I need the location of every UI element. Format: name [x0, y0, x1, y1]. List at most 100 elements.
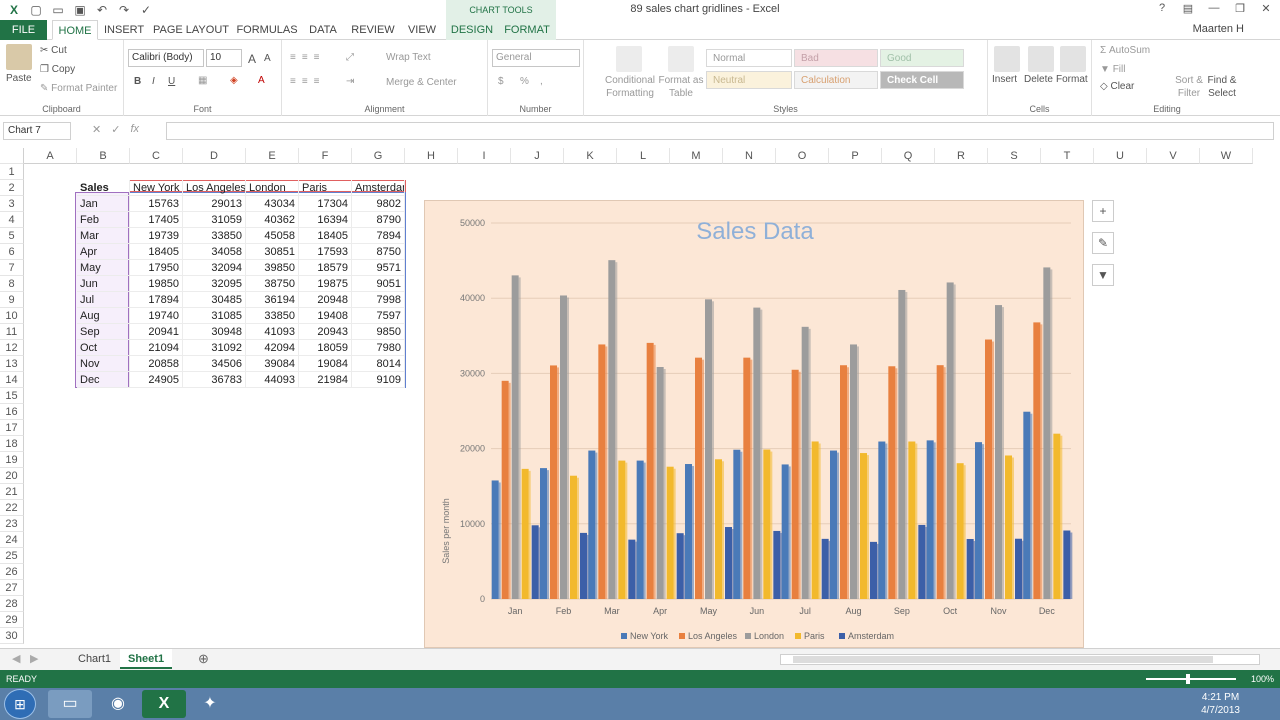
number-format-select[interactable]: General	[492, 49, 580, 67]
sales-chart[interactable]: 0 10000 20000 30000 40000 50000 Sales Data Sale…	[424, 200, 1084, 648]
row-header[interactable]: 13	[0, 356, 24, 372]
row-header[interactable]: 12	[0, 340, 24, 356]
table-cell[interactable]: 45058	[246, 228, 299, 244]
row-header[interactable]: 29	[0, 612, 24, 628]
delete-cells-icon[interactable]	[1028, 46, 1054, 72]
row-header[interactable]: 5	[0, 228, 24, 244]
row-header[interactable]: 27	[0, 580, 24, 596]
row-header[interactable]: 20	[0, 468, 24, 484]
table-cell[interactable]: 30948	[183, 324, 246, 340]
column-header[interactable]: U	[1094, 148, 1147, 164]
table-cell[interactable]: Sep	[77, 324, 130, 340]
italic-button[interactable]: I	[152, 76, 155, 87]
chart-filter-icon[interactable]: ▼	[1092, 264, 1114, 286]
table-cell[interactable]: 18579	[299, 260, 352, 276]
confirm-entry-icon[interactable]: ✓	[111, 123, 120, 136]
sort-filter-button[interactable]: Sort & Filter	[1172, 74, 1206, 100]
tab-file[interactable]: FILE	[0, 20, 47, 40]
table-cell[interactable]: New York	[130, 180, 183, 196]
system-clock[interactable]: 4:21 PM 4/7/2013	[1201, 691, 1240, 717]
row-header[interactable]: 30	[0, 628, 24, 644]
column-header[interactable]: V	[1147, 148, 1200, 164]
tab-view[interactable]: VIEW	[404, 20, 440, 40]
tab-review[interactable]: REVIEW	[348, 20, 398, 40]
tab-data[interactable]: DATA	[304, 20, 342, 40]
font-color-icon[interactable]: A	[258, 75, 265, 86]
row-header[interactable]: 23	[0, 516, 24, 532]
column-header[interactable]: W	[1200, 148, 1253, 164]
table-cell[interactable]: 8014	[352, 356, 405, 372]
row-header[interactable]: 1	[0, 164, 24, 180]
ribbon-display-icon[interactable]: ▤	[1178, 2, 1198, 15]
table-cell[interactable]: London	[246, 180, 299, 196]
column-header[interactable]: E	[246, 148, 299, 164]
column-header[interactable]: O	[776, 148, 829, 164]
table-cell[interactable]: Jan	[77, 196, 130, 212]
tab-format[interactable]: FORMAT	[498, 20, 556, 40]
row-header[interactable]: 2	[0, 180, 24, 196]
currency-button[interactable]: $	[498, 76, 504, 87]
fill-button[interactable]: ▼ Fill	[1100, 64, 1125, 75]
format-painter-button[interactable]: ✎ Format Painter	[40, 83, 117, 94]
tab-home[interactable]: HOME	[52, 20, 98, 40]
table-cell[interactable]: 31059	[183, 212, 246, 228]
table-cell[interactable]: 20943	[299, 324, 352, 340]
table-cell[interactable]: 19739	[130, 228, 183, 244]
grow-font-icon[interactable]: A	[248, 52, 256, 66]
table-cell[interactable]: Apr	[77, 244, 130, 260]
table-cell[interactable]: 32095	[183, 276, 246, 292]
tab-design[interactable]: DESIGN	[446, 20, 498, 40]
orientation-icon[interactable]: ⤢	[346, 52, 354, 63]
table-cell[interactable]: 41093	[246, 324, 299, 340]
row-header[interactable]: 8	[0, 276, 24, 292]
table-cell[interactable]: 9571	[352, 260, 405, 276]
column-header[interactable]: H	[405, 148, 458, 164]
table-cell[interactable]: 33850	[246, 308, 299, 324]
table-cell[interactable]: 15763	[130, 196, 183, 212]
row-header[interactable]: 24	[0, 532, 24, 548]
file-explorer-icon[interactable]: ▭	[48, 690, 92, 718]
table-cell[interactable]: May	[77, 260, 130, 276]
tab-insert[interactable]: INSERT	[104, 20, 144, 40]
row-header[interactable]: 4	[0, 212, 24, 228]
style-good[interactable]: Good	[880, 49, 964, 67]
horizontal-align-icons[interactable]: ≡≡≡	[290, 76, 326, 87]
table-cell[interactable]: 8790	[352, 212, 405, 228]
insert-cells-button[interactable]: Insert	[992, 74, 1017, 85]
table-cell[interactable]: 31085	[183, 308, 246, 324]
table-cell[interactable]: 9802	[352, 196, 405, 212]
table-cell[interactable]: 29013	[183, 196, 246, 212]
table-cell[interactable]: 18405	[130, 244, 183, 260]
table-cell[interactable]: 17304	[299, 196, 352, 212]
copy-button[interactable]: ❐ Copy	[40, 64, 75, 75]
sheet-nav-next-icon[interactable]: ▶	[22, 649, 46, 669]
table-cell[interactable]: 38750	[246, 276, 299, 292]
column-header[interactable]: N	[723, 148, 776, 164]
table-cell[interactable]: 30851	[246, 244, 299, 260]
table-cell[interactable]: 20948	[299, 292, 352, 308]
table-cell[interactable]: 17405	[130, 212, 183, 228]
column-header[interactable]: L	[617, 148, 670, 164]
table-cell[interactable]: 34058	[183, 244, 246, 260]
percent-button[interactable]: %	[520, 76, 529, 87]
insert-cells-icon[interactable]	[994, 46, 1020, 72]
row-header[interactable]: 28	[0, 596, 24, 612]
help-icon[interactable]: ?	[1152, 2, 1172, 15]
row-header[interactable]: 19	[0, 452, 24, 468]
column-header[interactable]: J	[511, 148, 564, 164]
delete-cells-button[interactable]: Delete	[1024, 74, 1053, 85]
table-cell[interactable]: 20941	[130, 324, 183, 340]
table-cell[interactable]: 7597	[352, 308, 405, 324]
minimize-icon[interactable]: —	[1204, 2, 1224, 15]
row-header[interactable]: 15	[0, 388, 24, 404]
table-cell[interactable]: 17950	[130, 260, 183, 276]
table-cell[interactable]: Dec	[77, 372, 130, 388]
column-header[interactable]: R	[935, 148, 988, 164]
table-cell[interactable]: Feb	[77, 212, 130, 228]
paste-icon[interactable]	[6, 44, 32, 70]
conditional-formatting-icon[interactable]	[616, 46, 642, 72]
table-cell[interactable]: Oct	[77, 340, 130, 356]
table-cell[interactable]: 42094	[246, 340, 299, 356]
table-cell[interactable]: 7998	[352, 292, 405, 308]
column-header[interactable]: D	[183, 148, 246, 164]
